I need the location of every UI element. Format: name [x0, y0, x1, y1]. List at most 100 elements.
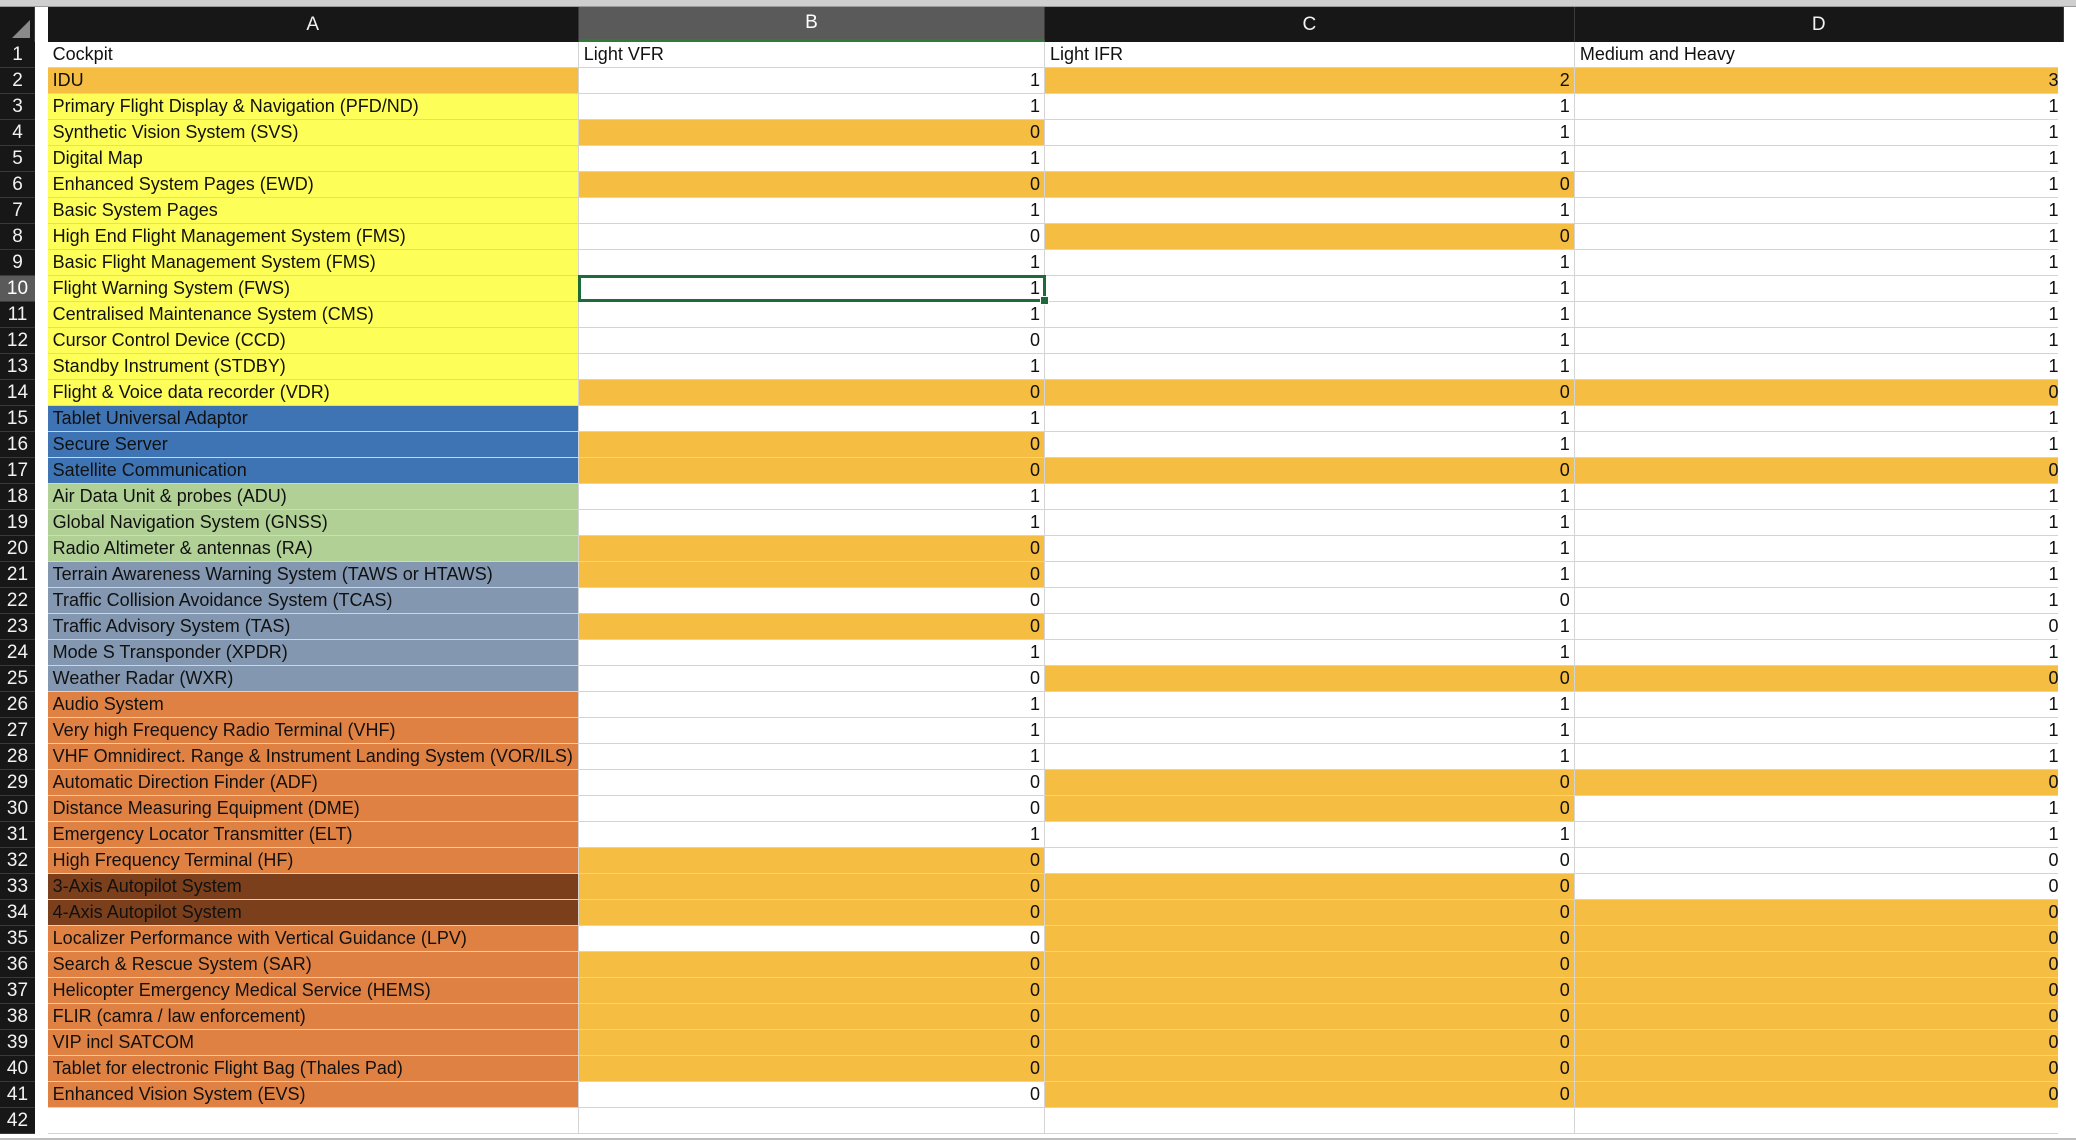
cell-c9[interactable]: 1: [1045, 250, 1575, 276]
cell-d16[interactable]: 1: [1574, 432, 2064, 458]
cell-c39[interactable]: 0: [1045, 1030, 1575, 1056]
row-header-17[interactable]: 17: [0, 458, 35, 484]
cell-b6[interactable]: 0: [578, 172, 1046, 198]
row-header-30[interactable]: 30: [0, 796, 35, 822]
cell-d10[interactable]: 1: [1574, 276, 2064, 302]
cell-a35[interactable]: Localizer Performance with Vertical Guid…: [47, 926, 579, 952]
cell-d5[interactable]: 1: [1574, 146, 2064, 172]
cell-a3[interactable]: Primary Flight Display & Navigation (PFD…: [47, 94, 579, 120]
cell-c8[interactable]: 0: [1045, 224, 1575, 250]
row-header-15[interactable]: 15: [0, 406, 35, 432]
cell-d19[interactable]: 1: [1574, 510, 2064, 536]
cell-b39[interactable]: 0: [578, 1030, 1046, 1056]
cell-d7[interactable]: 1: [1574, 198, 2064, 224]
cell-d13[interactable]: 1: [1574, 354, 2064, 380]
cell-c28[interactable]: 1: [1045, 744, 1575, 770]
row-header-4[interactable]: 4: [0, 120, 35, 146]
cell-b25[interactable]: 0: [578, 666, 1046, 692]
cell-c42[interactable]: [1045, 1108, 1575, 1134]
cell-d29[interactable]: 0: [1574, 770, 2064, 796]
cell-a6[interactable]: Enhanced System Pages (EWD): [47, 172, 579, 198]
cell-a9[interactable]: Basic Flight Management System (FMS): [47, 250, 579, 276]
cell-c21[interactable]: 1: [1045, 562, 1575, 588]
row-header-22[interactable]: 22: [0, 588, 35, 614]
cell-a17[interactable]: Satellite Communication: [47, 458, 579, 484]
cell-d17[interactable]: 0: [1574, 458, 2064, 484]
row-header-7[interactable]: 7: [0, 198, 35, 224]
cell-c1[interactable]: Light IFR: [1045, 42, 1575, 68]
row-header-39[interactable]: 39: [0, 1030, 35, 1056]
cell-a19[interactable]: Global Navigation System (GNSS): [47, 510, 579, 536]
cell-a20[interactable]: Radio Altimeter & antennas (RA): [47, 536, 579, 562]
cell-a30[interactable]: Distance Measuring Equipment (DME): [47, 796, 579, 822]
cell-a37[interactable]: Helicopter Emergency Medical Service (HE…: [47, 978, 579, 1004]
cell-d18[interactable]: 1: [1574, 484, 2064, 510]
row-header-42[interactable]: 42: [0, 1108, 35, 1134]
cell-b8[interactable]: 0: [578, 224, 1046, 250]
cell-d39[interactable]: 0: [1574, 1030, 2064, 1056]
cell-b29[interactable]: 0: [578, 770, 1046, 796]
cell-d26[interactable]: 1: [1574, 692, 2064, 718]
cell-b13[interactable]: 1: [578, 354, 1046, 380]
cell-b27[interactable]: 1: [578, 718, 1046, 744]
cell-b1[interactable]: Light VFR: [578, 42, 1046, 68]
cell-d2[interactable]: 3: [1574, 68, 2064, 94]
cell-b10[interactable]: 1: [578, 276, 1046, 302]
cell-a31[interactable]: Emergency Locator Transmitter (ELT): [47, 822, 579, 848]
cell-b30[interactable]: 0: [578, 796, 1046, 822]
cell-d11[interactable]: 1: [1574, 302, 2064, 328]
cell-d6[interactable]: 1: [1574, 172, 2064, 198]
cell-d9[interactable]: 1: [1574, 250, 2064, 276]
fill-handle[interactable]: [1040, 296, 1050, 305]
cell-c29[interactable]: 0: [1045, 770, 1575, 796]
cell-a2[interactable]: IDU: [47, 68, 579, 94]
cell-b17[interactable]: 0: [578, 458, 1046, 484]
row-header-12[interactable]: 12: [0, 328, 35, 354]
cell-d20[interactable]: 1: [1574, 536, 2064, 562]
cell-a40[interactable]: Tablet for electronic Flight Bag (Thales…: [47, 1056, 579, 1082]
row-header-11[interactable]: 11: [0, 302, 35, 328]
cell-b15[interactable]: 1: [578, 406, 1046, 432]
cell-a41[interactable]: Enhanced Vision System (EVS): [47, 1082, 579, 1108]
cell-d34[interactable]: 0: [1574, 900, 2064, 926]
cell-d24[interactable]: 1: [1574, 640, 2064, 666]
cell-a23[interactable]: Traffic Advisory System (TAS): [47, 614, 579, 640]
cell-d41[interactable]: 0: [1574, 1082, 2064, 1108]
cell-d35[interactable]: 0: [1574, 926, 2064, 952]
column-header-b[interactable]: B: [578, 7, 1046, 42]
cell-b22[interactable]: 0: [578, 588, 1046, 614]
cell-b23[interactable]: 0: [578, 614, 1046, 640]
cell-a22[interactable]: Traffic Collision Avoidance System (TCAS…: [47, 588, 579, 614]
cell-c32[interactable]: 0: [1045, 848, 1575, 874]
cell-b41[interactable]: 0: [578, 1082, 1046, 1108]
cell-c10[interactable]: 1: [1045, 276, 1575, 302]
row-header-32[interactable]: 32: [0, 848, 35, 874]
cell-b12[interactable]: 0: [578, 328, 1046, 354]
cell-b14[interactable]: 0: [578, 380, 1046, 406]
cell-b32[interactable]: 0: [578, 848, 1046, 874]
cell-a1[interactable]: Cockpit: [47, 42, 579, 68]
cell-b9[interactable]: 1: [578, 250, 1046, 276]
cell-c4[interactable]: 1: [1045, 120, 1575, 146]
cell-a39[interactable]: VIP incl SATCOM: [47, 1030, 579, 1056]
cell-d40[interactable]: 0: [1574, 1056, 2064, 1082]
cell-b36[interactable]: 0: [578, 952, 1046, 978]
cell-c20[interactable]: 1: [1045, 536, 1575, 562]
row-header-27[interactable]: 27: [0, 718, 35, 744]
cell-c16[interactable]: 1: [1045, 432, 1575, 458]
cell-d37[interactable]: 0: [1574, 978, 2064, 1004]
cell-d25[interactable]: 0: [1574, 666, 2064, 692]
cell-a32[interactable]: High Frequency Terminal (HF): [47, 848, 579, 874]
cell-a5[interactable]: Digital Map: [47, 146, 579, 172]
cell-a21[interactable]: Terrain Awareness Warning System (TAWS o…: [47, 562, 579, 588]
row-header-31[interactable]: 31: [0, 822, 35, 848]
cell-b11[interactable]: 1: [578, 302, 1046, 328]
row-header-24[interactable]: 24: [0, 640, 35, 666]
row-header-3[interactable]: 3: [0, 94, 35, 120]
row-header-6[interactable]: 6: [0, 172, 35, 198]
cell-a8[interactable]: High End Flight Management System (FMS): [47, 224, 579, 250]
cell-b24[interactable]: 1: [578, 640, 1046, 666]
cell-b26[interactable]: 1: [578, 692, 1046, 718]
spreadsheet-grid[interactable]: ABCD 1 2 3 4 5 6 7 8 9 10 11 12 13 14 15 16 17 18 19 20 21 22…: [0, 0, 2076, 1140]
row-header-16[interactable]: 16: [0, 432, 35, 458]
